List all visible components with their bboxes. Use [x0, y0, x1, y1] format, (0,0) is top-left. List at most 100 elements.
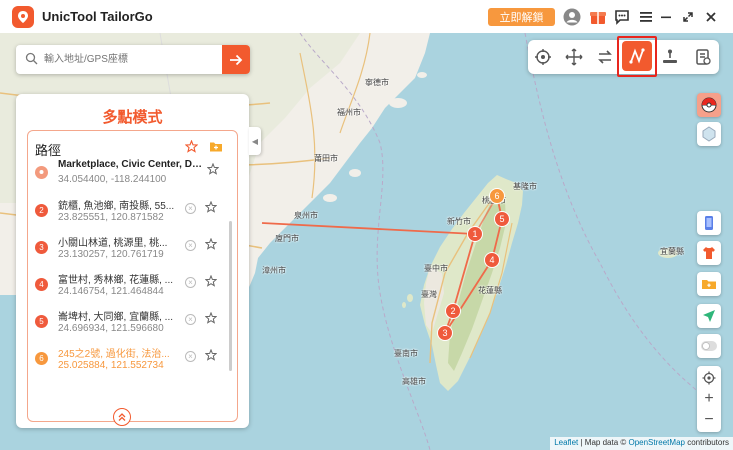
route-spot-item[interactable]: 4 富世村, 秀林鄉, 花蓮縣, ... 24.146754, 121.4648…	[28, 269, 223, 307]
arrow-right-icon	[230, 54, 243, 65]
pokestop-icon[interactable]	[697, 122, 721, 146]
app-title: UnicTool TailorGo	[42, 9, 153, 24]
spot-number-badge: 6	[35, 352, 48, 365]
place-label: 臺南市	[394, 349, 418, 358]
spot-number-badge: 5	[35, 315, 48, 328]
favorite-star-icon[interactable]	[204, 348, 218, 366]
search-icon	[25, 52, 38, 70]
delete-spot-icon[interactable]: ×	[185, 203, 196, 214]
leaflet-link[interactable]: Leaflet	[554, 438, 578, 447]
search-bar	[16, 45, 250, 74]
spot-name: 富世村, 秀林鄉, 花蓮縣, ...	[58, 275, 174, 286]
shirt-icon[interactable]	[697, 241, 721, 265]
delete-spot-icon[interactable]: ×	[185, 277, 196, 288]
place-label: 漳州市	[262, 266, 286, 275]
spot-name: Marketplace, Civic Center, Do...	[58, 159, 204, 170]
osm-link[interactable]: OpenStreetMap	[628, 438, 684, 447]
route-spot-item[interactable]: 3 小關山林道, 桃源里, 桃... 23.130257, 120.761719…	[28, 232, 223, 270]
double-chevron-up-icon	[118, 413, 126, 421]
spot-name: 崙埤村, 大同鄉, 宜蘭縣, ...	[58, 312, 174, 323]
collapse-panel-button[interactable]: ◀	[249, 127, 261, 155]
two-spot-mode-icon[interactable]	[594, 46, 616, 68]
spot-coord: 23.825551, 120.871582	[58, 212, 164, 223]
favorite-star-icon[interactable]	[204, 200, 218, 218]
jump-teleport-mode-icon[interactable]	[659, 46, 681, 68]
joystick-mode-icon[interactable]	[563, 46, 585, 68]
spot-number-badge: 3	[35, 241, 48, 254]
route-start-item[interactable]: Marketplace, Civic Center, Do... 34.0544…	[28, 157, 223, 195]
app-logo-icon	[12, 6, 34, 28]
route-marker[interactable]: 1	[467, 226, 483, 242]
route-list: 路徑 Marketplace, Civic Center, Do... 34.0…	[27, 130, 238, 422]
route-marker[interactable]: 4	[484, 252, 500, 268]
expand-list-button[interactable]	[113, 408, 131, 426]
gift-icon[interactable]	[588, 7, 608, 27]
place-label: 新竹市	[447, 217, 471, 226]
menu-icon[interactable]	[636, 7, 656, 27]
device-icon[interactable]	[697, 211, 721, 235]
route-marker[interactable]: 2	[445, 303, 461, 319]
search-go-button[interactable]	[222, 45, 250, 74]
locate-icon[interactable]	[697, 368, 721, 388]
route-spot-item[interactable]: 2 銃櫃, 魚池鄉, 南投縣, 55... 23.825551, 120.871…	[28, 195, 223, 233]
place-label: 福州市	[337, 108, 361, 117]
panel-title: 多點模式	[102, 109, 163, 126]
folder-icon[interactable]	[697, 272, 721, 296]
place-label: 高雄市	[402, 377, 426, 386]
minimize-icon[interactable]	[656, 7, 676, 27]
place-label: 基隆市	[513, 182, 537, 191]
spot-name: 小關山林道, 桃源里, 桃...	[58, 238, 168, 249]
spot-coord: 23.130257, 120.761719	[58, 249, 164, 260]
route-marker[interactable]: 3	[437, 325, 453, 341]
buy-button[interactable]: 立即解鎖	[488, 8, 555, 26]
route-spot-item-current[interactable]: 6 245之2號, 過化街, 法治... 25.025884, 121.5527…	[28, 343, 223, 381]
place-label: 寧德市	[365, 78, 389, 87]
restore-icon[interactable]	[678, 7, 698, 27]
map-attribution: Leaflet | Map data © OpenStreetMap contr…	[550, 437, 733, 450]
delete-spot-icon[interactable]: ×	[185, 351, 196, 362]
spot-coord: 24.146754, 121.464844	[58, 286, 164, 297]
zoom-controls: + −	[697, 366, 721, 432]
list-scrollbar[interactable]	[229, 221, 232, 371]
navigation-icon[interactable]	[697, 304, 721, 328]
spot-coord: 24.696934, 121.596680	[58, 323, 164, 334]
route-spot-item[interactable]: 5 崙埤村, 大同鄉, 宜蘭縣, ... 24.696934, 121.5966…	[28, 306, 223, 344]
attribution-text: contributors	[684, 438, 729, 447]
place-label: 廈門市	[275, 234, 299, 243]
route-marker[interactable]: 5	[494, 211, 510, 227]
delete-spot-icon[interactable]: ×	[185, 240, 196, 251]
favorite-star-icon[interactable]	[204, 274, 218, 292]
delete-spot-icon[interactable]: ×	[185, 314, 196, 325]
place-label: 泉州市	[294, 211, 318, 220]
place-label: 莆田市	[314, 154, 338, 163]
favorite-star-icon[interactable]	[204, 237, 218, 255]
close-icon[interactable]	[701, 7, 721, 27]
spot-number-badge: 4	[35, 278, 48, 291]
favorite-star-icon[interactable]	[204, 311, 218, 329]
place-label: 花蓮縣	[478, 286, 502, 295]
feedback-icon[interactable]	[612, 7, 632, 27]
spot-name: 245之2號, 過化街, 法治...	[58, 349, 170, 360]
history-mode-icon[interactable]	[692, 46, 714, 68]
zoom-out-button[interactable]: −	[697, 410, 721, 430]
teleport-mode-icon[interactable]	[532, 46, 554, 68]
chevron-left-icon: ◀	[251, 136, 259, 146]
route-marker-current[interactable]: 6	[489, 188, 505, 204]
favorite-route-icon[interactable]	[184, 139, 199, 158]
search-input[interactable]	[44, 49, 232, 69]
attribution-text: | Map data ©	[578, 438, 629, 447]
favorite-star-icon[interactable]	[206, 162, 220, 180]
zoom-in-button[interactable]: +	[697, 389, 721, 409]
spot-coord: 25.025884, 121.552734	[58, 360, 164, 371]
title-bar: UnicTool TailorGo 立即解鎖	[0, 0, 733, 33]
pokemon-go-icon[interactable]	[697, 93, 721, 117]
place-label: 臺中市	[424, 264, 448, 273]
user-icon[interactable]	[562, 7, 582, 27]
import-folder-icon[interactable]	[209, 140, 223, 158]
spot-coord: 34.054400, -118.244100	[58, 174, 167, 185]
spot-name: 銃櫃, 魚池鄉, 南投縣, 55...	[58, 201, 175, 212]
start-pin-icon	[35, 166, 48, 179]
toggle-icon[interactable]	[697, 334, 721, 358]
multi-spot-mode-icon[interactable]	[622, 41, 652, 71]
place-label: 宜蘭縣	[660, 247, 684, 256]
